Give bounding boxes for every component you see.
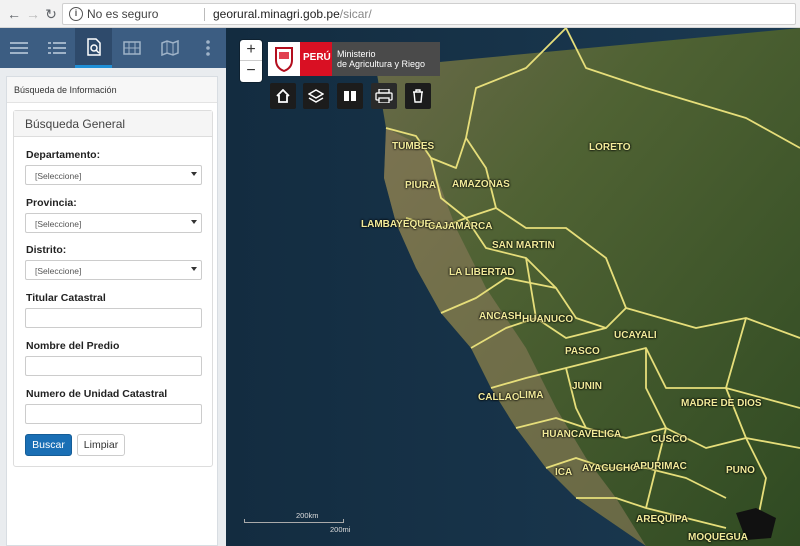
region-label: LA LIBERTAD bbox=[449, 267, 515, 278]
scale-km: 200km bbox=[296, 511, 319, 520]
card-title: Búsqueda General bbox=[14, 111, 212, 137]
zoom-control: + − bbox=[240, 40, 262, 82]
departamento-select[interactable]: [Seleccione] bbox=[25, 165, 202, 185]
region-label: CAJAMARCA bbox=[428, 221, 493, 232]
region-label: CALLAO bbox=[478, 392, 520, 403]
scale-mi: 200mi bbox=[330, 525, 351, 534]
address-bar[interactable]: i No es seguro georural.minagri.gob.pe/s… bbox=[62, 3, 796, 25]
trash-icon[interactable] bbox=[405, 83, 431, 109]
layers-icon[interactable] bbox=[303, 83, 329, 109]
search-panel: Búsqueda de Información Búsqueda General… bbox=[6, 76, 218, 546]
region-label: AREQUIPA bbox=[636, 514, 689, 525]
coat-of-arms-icon bbox=[268, 42, 300, 76]
panel-header: Búsqueda de Información bbox=[7, 77, 217, 103]
unidad-catastral-input[interactable] bbox=[25, 404, 202, 424]
region-label: PIURA bbox=[405, 180, 437, 191]
provincia-select-value: [Seleccione] bbox=[35, 219, 82, 229]
clear-button[interactable]: Limpiar bbox=[77, 434, 125, 456]
back-arrow-icon[interactable]: ← bbox=[6, 6, 22, 22]
more-vertical-icon[interactable] bbox=[189, 28, 226, 68]
ministry-line-1: Ministerio bbox=[337, 49, 376, 59]
chevron-down-icon bbox=[191, 172, 197, 176]
predio-label: Nombre del Predio bbox=[26, 340, 120, 352]
reload-icon[interactable]: ↻ bbox=[43, 6, 59, 22]
region-label: HUANUCO bbox=[522, 314, 574, 325]
browser-toolbar: ← → ↻ i No es seguro georural.minagri.go… bbox=[0, 0, 800, 28]
address-divider bbox=[204, 8, 205, 21]
region-label: AMAZONAS bbox=[452, 179, 510, 190]
region-label: PASCO bbox=[565, 346, 600, 357]
region-label: ANCASH bbox=[479, 311, 522, 322]
forward-arrow-icon[interactable]: → bbox=[25, 6, 41, 22]
zoom-out-button[interactable]: − bbox=[240, 61, 262, 82]
ministry-name: Ministerio de Agricultura y Riego bbox=[332, 42, 440, 76]
distrito-label: Distrito: bbox=[26, 244, 67, 256]
region-label: CUSCO bbox=[651, 434, 688, 445]
region-label: APURIMAC bbox=[633, 461, 687, 472]
menu-icon[interactable] bbox=[0, 28, 37, 68]
region-label: TUMBES bbox=[392, 141, 435, 152]
security-status: No es seguro bbox=[87, 7, 159, 21]
region-label: SAN MARTIN bbox=[492, 240, 555, 251]
region-label: MADRE DE DIOS bbox=[681, 398, 762, 409]
basemap-icon[interactable] bbox=[337, 83, 363, 109]
region-label: UCAYALI bbox=[614, 330, 657, 341]
departamento-select-value: [Seleccione] bbox=[35, 171, 82, 181]
folded-map-icon[interactable] bbox=[151, 28, 188, 68]
search-document-icon[interactable] bbox=[75, 28, 112, 68]
left-panel: Búsqueda de Información Búsqueda General… bbox=[0, 28, 226, 546]
distrito-select-value: [Seleccione] bbox=[35, 266, 82, 276]
region-label: JUNIN bbox=[572, 381, 603, 392]
list-icon[interactable] bbox=[38, 28, 75, 68]
region-label: HUANCAVELICA bbox=[542, 429, 622, 440]
region-label: LIMA bbox=[519, 390, 544, 401]
home-icon[interactable] bbox=[270, 83, 296, 109]
url-host: georural.minagri.gob.pe bbox=[213, 7, 340, 21]
chevron-down-icon bbox=[191, 220, 197, 224]
ministry-line-2: de Agricultura y Riego bbox=[337, 59, 426, 69]
unidad-catastral-label: Numero de Unidad Catastral bbox=[26, 388, 168, 400]
region-label: ICA bbox=[555, 467, 573, 478]
url-text: georural.minagri.gob.pe/sicar/ bbox=[213, 4, 372, 24]
titular-input[interactable] bbox=[25, 308, 202, 328]
region-label: LORETO bbox=[589, 142, 631, 153]
search-button[interactable]: Buscar bbox=[25, 434, 72, 456]
url-path: /sicar/ bbox=[339, 7, 372, 21]
zoom-in-button[interactable]: + bbox=[240, 40, 262, 61]
scale-bar: 200km 200mi bbox=[244, 511, 350, 534]
peru-badge: PERÚ bbox=[300, 42, 332, 76]
map-grid-icon[interactable] bbox=[113, 28, 150, 68]
region-label: PUNO bbox=[726, 465, 755, 476]
ministry-logo: PERÚ Ministerio de Agricultura y Riego bbox=[268, 42, 440, 76]
departamento-label: Departamento: bbox=[26, 149, 101, 161]
chevron-down-icon bbox=[191, 267, 197, 271]
provincia-select[interactable]: [Seleccione] bbox=[25, 213, 202, 233]
region-label: AYACUCHO bbox=[582, 463, 638, 474]
panel-toolbar bbox=[0, 28, 226, 68]
region-label: LAMBAYEQUE bbox=[361, 219, 432, 230]
distrito-select[interactable]: [Seleccione] bbox=[25, 260, 202, 280]
scale-line bbox=[244, 519, 344, 523]
region-label: MOQUEGUA bbox=[688, 532, 748, 543]
general-search-card: Búsqueda General Departamento: [Seleccio… bbox=[13, 110, 213, 467]
provincia-label: Provincia: bbox=[26, 197, 77, 209]
titular-label: Titular Catastral bbox=[26, 292, 106, 304]
predio-input[interactable] bbox=[25, 356, 202, 376]
map-view[interactable]: + − PERÚ Ministerio de Agricultura y Rie… bbox=[226, 28, 800, 546]
info-icon[interactable]: i bbox=[69, 7, 83, 21]
print-icon[interactable] bbox=[371, 83, 397, 109]
